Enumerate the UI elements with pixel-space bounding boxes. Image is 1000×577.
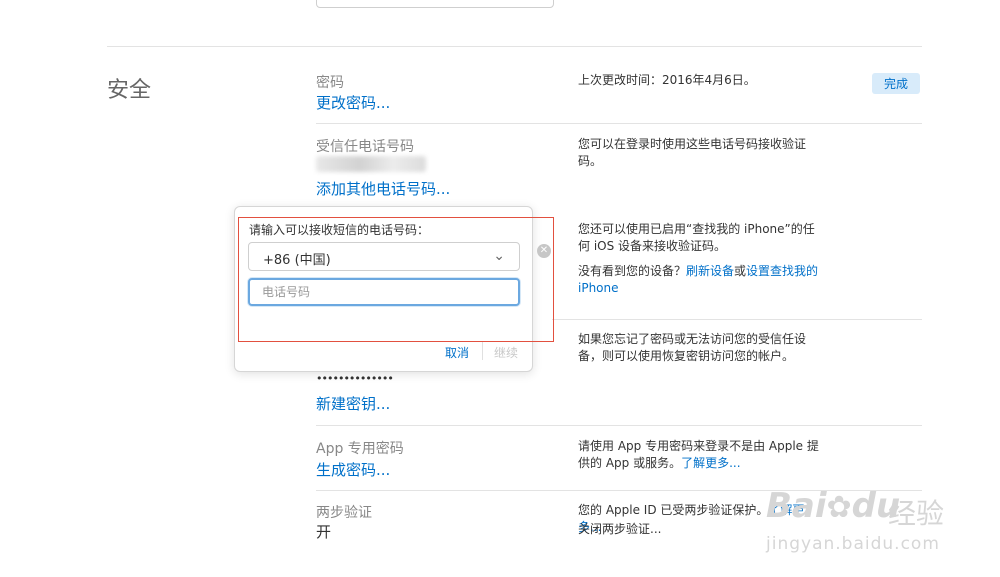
- trusted-phone-info: 您可以在登录时使用这些电话号码接收验证码。: [578, 137, 807, 168]
- continue-button[interactable]: 继续: [494, 344, 518, 361]
- done-button[interactable]: 完成: [872, 73, 920, 94]
- row-divider: [316, 123, 922, 124]
- generate-password-link[interactable]: 生成密码...: [316, 459, 390, 480]
- add-phone-link[interactable]: 添加其他电话号码...: [316, 178, 450, 199]
- section-title: 安全: [107, 78, 152, 103]
- button-separator: [482, 342, 483, 360]
- watermark-service: 经验: [888, 497, 945, 530]
- top-input-field[interactable]: [316, 0, 554, 8]
- missing-device-prefix: 没有看到您的设备？: [578, 264, 687, 278]
- cancel-button[interactable]: 取消: [445, 344, 469, 361]
- two-step-info-text: 您的 Apple ID 已受两步验证保护。: [578, 503, 769, 517]
- app-password-info: 请使用 App 专用密码来登录不是由 Apple 提供的 App 或服务。了解更…: [578, 438, 820, 472]
- trusted-phone-label: 受信任电话号码: [316, 139, 414, 155]
- baidu-watermark-logo: Bai✿du: [766, 486, 900, 526]
- password-last-changed: 上次更改时间：2016年4月6日。: [578, 73, 756, 87]
- two-step-value: 开: [316, 523, 332, 541]
- disable-two-step-link[interactable]: 关闭两步验证...: [578, 521, 661, 538]
- row-divider: [316, 425, 922, 426]
- or-text: 或: [734, 264, 747, 278]
- watermark-brand: Bai: [766, 486, 827, 526]
- app-password-label: App 专用密码: [316, 441, 404, 457]
- refresh-devices-link[interactable]: 刷新设备: [686, 264, 734, 278]
- new-key-link[interactable]: 新建密钥...: [316, 393, 390, 414]
- missing-device-text: 没有看到您的设备？刷新设备或设置查找我的 iPhone: [578, 263, 823, 297]
- password-label: 密码: [316, 75, 344, 91]
- blurred-phone-number: [316, 156, 426, 172]
- two-step-label: 两步验证: [316, 505, 372, 521]
- trusted-devices-info: 您还可以使用已启用“查找我的 iPhone”的任何 iOS 设备来接收验证码。: [578, 222, 815, 253]
- baidu-paw-icon: ✿: [826, 490, 852, 525]
- change-password-link[interactable]: 更改密码...: [316, 92, 390, 113]
- row-divider: [552, 319, 922, 320]
- highlight-annotation-box: [238, 217, 554, 342]
- learn-more-link[interactable]: 了解更多...: [681, 456, 740, 470]
- section-divider: [107, 46, 922, 47]
- watermark-domain: jingyan.baidu.com: [766, 534, 940, 554]
- recovery-key-masked: ••••••••••••••: [316, 372, 394, 385]
- recovery-key-info: 如果您忘记了密码或无法访问您的受信任设备，则可以使用恢复密钥访问您的帐户。: [578, 332, 807, 363]
